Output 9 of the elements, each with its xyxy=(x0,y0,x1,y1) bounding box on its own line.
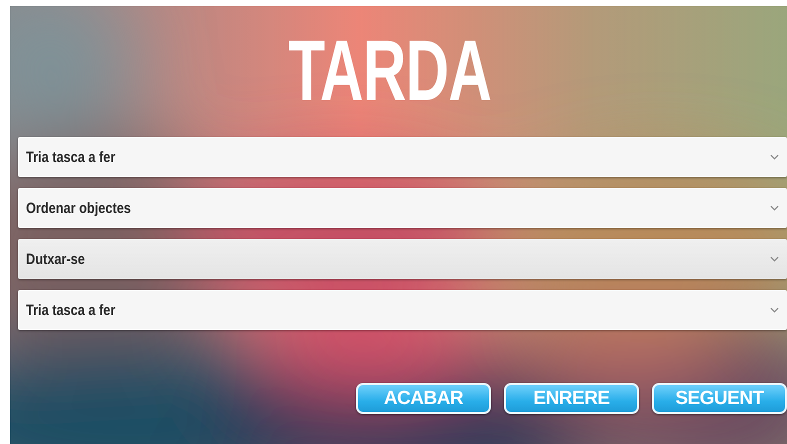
chevron-down-icon xyxy=(770,205,779,211)
chevron-down-icon xyxy=(770,154,779,160)
task-dropdown[interactable]: Tria tasca a fer xyxy=(18,137,787,177)
task-dropdown[interactable]: Dutxar-se xyxy=(18,239,787,279)
task-dropdown[interactable]: Ordenar objectes xyxy=(18,188,787,228)
page-title: TARDA xyxy=(288,28,491,114)
chevron-down-icon xyxy=(770,307,779,313)
chevron-down-icon xyxy=(770,256,779,262)
task-dropdown[interactable]: Tria tasca a fer xyxy=(18,290,787,330)
